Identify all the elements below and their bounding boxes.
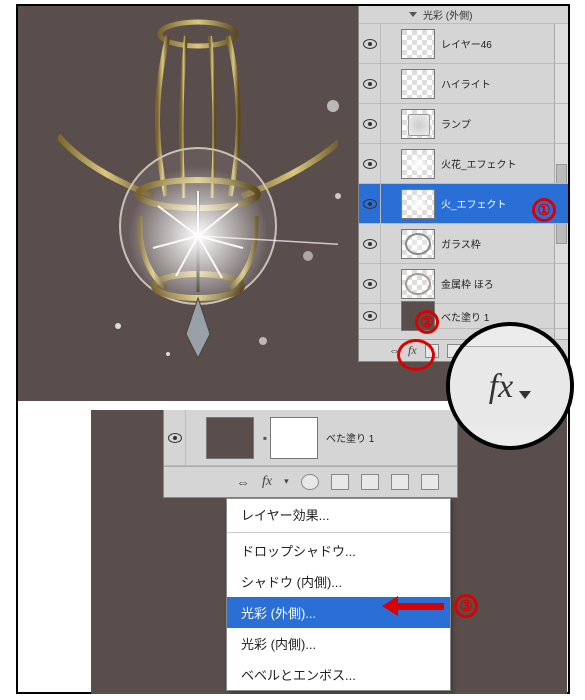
mask-link-icon[interactable]: ▪: [260, 431, 270, 445]
disclosure-triangle-icon[interactable]: [409, 12, 417, 17]
layer-thumbnail[interactable]: [206, 417, 254, 459]
layer-row[interactable]: 火_エフェクト: [359, 184, 568, 224]
tutorial-frame: 光彩 (外側) レイヤー46 ハイライトランプ火花_エフェクト火_エフェクトガラス…: [16, 4, 570, 694]
layer-thumbnail[interactable]: [401, 109, 435, 139]
layer-thumbnail[interactable]: [401, 189, 435, 219]
layer-row[interactable]: ハイライト: [359, 64, 568, 104]
menu-item[interactable]: シャドウ (内側)...: [227, 566, 450, 597]
mask-button[interactable]: [425, 344, 439, 358]
layer-name: ガラス枠: [441, 236, 481, 251]
link-icon[interactable]: ⇔: [389, 345, 400, 357]
layer-name: ハイライト: [441, 76, 491, 91]
layer-name: 火_エフェクト: [441, 196, 507, 211]
annotation-3: ③: [454, 594, 478, 618]
layer-row[interactable]: 金属枠 ほろ: [359, 264, 568, 304]
layer-thumbnail[interactable]: [401, 269, 435, 299]
lantern-illustration: [58, 6, 338, 366]
layers-panel-bottom[interactable]: ▪ べた塗り 1 ⇔ fx▾: [163, 410, 458, 498]
visibility-toggle[interactable]: [359, 264, 381, 303]
fx-button[interactable]: fx: [408, 343, 417, 358]
fx-dropdown-menu[interactable]: レイヤー効果... ドロップシャドウ...シャドウ (内側)...光彩 (外側).…: [226, 498, 451, 691]
menu-item[interactable]: ベベルとエンボス...: [227, 659, 450, 690]
new-layer-button[interactable]: [391, 474, 409, 490]
layer-name: べた塗り 1: [441, 309, 489, 324]
fx-large-label: fx: [489, 368, 514, 406]
effect-name: 光彩 (外側): [423, 7, 472, 22]
layer-name: レイヤー46: [441, 36, 492, 51]
menu-item[interactable]: 光彩 (外側)...: [227, 597, 450, 628]
layer-list[interactable]: レイヤー46 ハイライトランプ火花_エフェクト火_エフェクトガラス枠金属枠 ほろべ…: [359, 24, 568, 339]
layer-name: 金属枠 ほろ: [441, 276, 494, 291]
visibility-toggle[interactable]: [359, 224, 381, 263]
visibility-toggle[interactable]: [359, 144, 381, 183]
layer-row-base[interactable]: ▪ べた塗り 1: [164, 410, 457, 466]
layer-thumbnail[interactable]: [401, 229, 435, 259]
menu-item[interactable]: 光彩 (内側)...: [227, 628, 450, 659]
link-icon[interactable]: ⇔: [236, 474, 250, 490]
adjustment-button[interactable]: [331, 474, 349, 490]
layer-name: べた塗り 1: [326, 430, 374, 445]
delete-button[interactable]: [421, 474, 439, 490]
visibility-toggle[interactable]: [359, 64, 381, 103]
group-button[interactable]: [361, 474, 379, 490]
layer-row[interactable]: 火花_エフェクト: [359, 144, 568, 184]
layer-thumbnail[interactable]: [401, 149, 435, 179]
layers-panel[interactable]: 光彩 (外側) レイヤー46 ハイライトランプ火花_エフェクト火_エフェクトガラス…: [358, 6, 568, 362]
dropdown-arrow-icon: [519, 391, 531, 399]
layer-mask-thumbnail[interactable]: [270, 417, 318, 459]
panel-footer: ⇔ fx▾: [164, 466, 457, 496]
layer-name: ランプ: [441, 116, 471, 131]
visibility-toggle[interactable]: [359, 304, 381, 328]
layer-row[interactable]: ランプ: [359, 104, 568, 144]
mask-button[interactable]: [301, 474, 319, 490]
menu-item[interactable]: ドロップシャドウ...: [227, 535, 450, 566]
panel-header-effect[interactable]: 光彩 (外側): [359, 6, 568, 24]
visibility-toggle[interactable]: [359, 24, 381, 63]
layer-thumbnail[interactable]: [401, 301, 435, 331]
layer-row[interactable]: べた塗り 1: [359, 304, 568, 329]
menu-item[interactable]: レイヤー効果...: [227, 499, 450, 530]
layer-name: 火花_エフェクト: [441, 156, 517, 171]
visibility-toggle[interactable]: [359, 104, 381, 143]
layer-row[interactable]: レイヤー46: [359, 24, 568, 64]
visibility-toggle[interactable]: [164, 410, 186, 466]
visibility-toggle[interactable]: [359, 184, 381, 223]
fx-zoom-callout: fx: [446, 322, 574, 450]
sparkles: [238, 46, 358, 346]
layer-thumbnail[interactable]: [401, 29, 435, 59]
canvas-bottom: ▪ べた塗り 1 ⇔ fx▾ レイヤー効果... ドロップシャドウ...シャドウ …: [91, 410, 567, 694]
layer-row[interactable]: ガラス枠: [359, 224, 568, 264]
fx-button[interactable]: fx: [262, 474, 272, 490]
layer-thumbnail[interactable]: [401, 69, 435, 99]
